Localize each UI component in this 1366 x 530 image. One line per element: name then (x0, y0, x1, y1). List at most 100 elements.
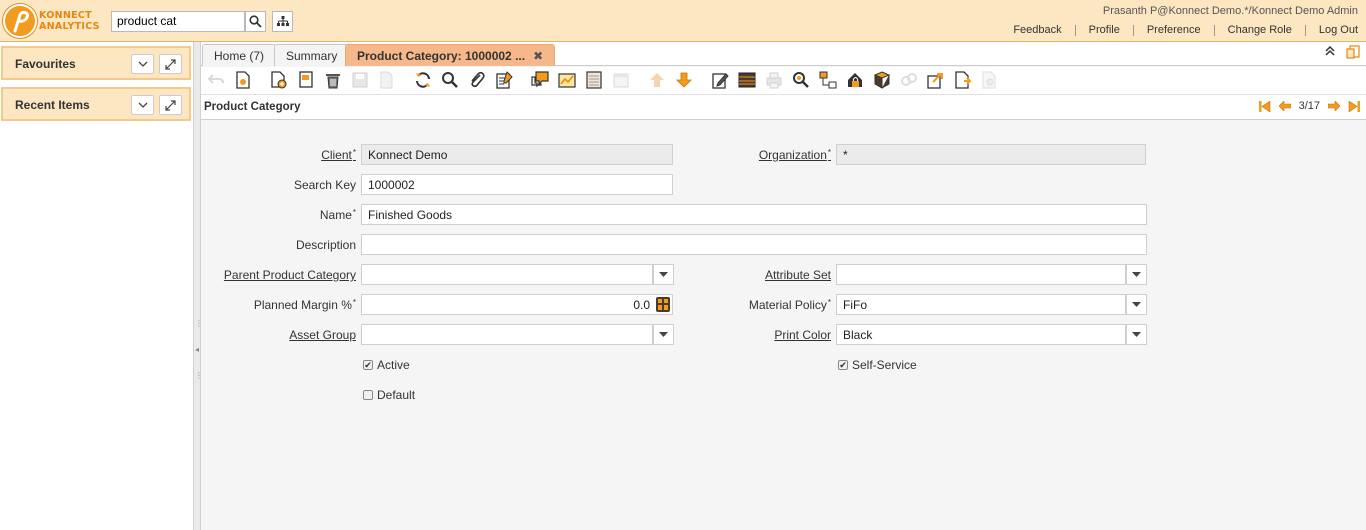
attribute-set-dropdown[interactable] (1126, 264, 1147, 285)
client-field[interactable]: Konnect Demo (361, 144, 673, 165)
feedback-link[interactable]: Feedback (1000, 25, 1076, 36)
edit-button[interactable] (710, 70, 730, 90)
print-color-dropdown[interactable] (1126, 324, 1147, 345)
archive-button[interactable] (584, 70, 604, 90)
logout-link[interactable]: Log Out (1306, 25, 1358, 36)
lock-button[interactable] (845, 70, 865, 90)
global-search-input[interactable]: product cat (111, 11, 245, 32)
organization-label[interactable]: Organization* (759, 148, 831, 162)
last-record-icon[interactable] (1348, 100, 1360, 112)
organization-field[interactable]: * (836, 144, 1146, 165)
grid-toggle-button[interactable] (737, 70, 757, 90)
next-record-down-button[interactable] (674, 70, 694, 90)
help-button[interactable] (233, 70, 253, 90)
checkbox-checked-icon: ✔ (838, 359, 848, 370)
next-record-icon[interactable] (1328, 101, 1340, 111)
window-title-bar: Product Category 3/17 (201, 95, 1366, 120)
attribute-set-field[interactable] (836, 264, 1126, 285)
calculator-icon[interactable] (656, 297, 670, 315)
close-tab-icon[interactable]: ✖ (533, 49, 543, 63)
konnect-logo[interactable]: KONNECT ANALYTICS (3, 4, 109, 38)
save-button[interactable] (350, 70, 370, 90)
new-record-icon (271, 71, 287, 89)
active-checkbox[interactable]: ✔ Active (363, 358, 410, 372)
workflow-button[interactable] (818, 70, 838, 90)
undo-button[interactable] (206, 70, 226, 90)
tab-home-label: Home (7) (214, 49, 265, 63)
tab-summary[interactable]: Summary (274, 44, 350, 66)
asset-group-field[interactable] (361, 324, 653, 345)
tab-home[interactable]: Home (7) (202, 44, 277, 66)
delete-button[interactable] (323, 70, 343, 90)
chevron-down-icon (138, 102, 147, 108)
collapse-up-icon[interactable] (1324, 45, 1336, 57)
recent-expand-button[interactable] (159, 95, 182, 115)
refresh-icon (416, 72, 430, 88)
favourites-collapse-button[interactable] (131, 54, 154, 74)
default-label: Default (377, 388, 416, 402)
report-icon (558, 73, 576, 88)
print-color-label[interactable]: Print Color (774, 328, 831, 342)
chain-icon (901, 73, 917, 86)
report-button[interactable] (557, 70, 577, 90)
parent-category-label[interactable]: Parent Product Category (224, 268, 356, 282)
material-policy-field[interactable]: FiFo (836, 294, 1126, 315)
default-checkbox[interactable]: Default (363, 388, 415, 402)
name-field[interactable]: Finished Goods (361, 204, 1147, 225)
product-info-button[interactable] (872, 70, 892, 90)
change-role-link[interactable]: Change Role (1215, 25, 1306, 36)
workflow-icon (819, 71, 837, 89)
parent-category-dropdown[interactable] (653, 264, 674, 285)
planned-margin-label: Planned Margin %* (254, 298, 356, 312)
import-button[interactable] (953, 70, 973, 90)
planned-margin-field[interactable]: 0.0 (361, 294, 673, 315)
edit-icon (712, 73, 729, 89)
recent-collapse-button[interactable] (131, 95, 154, 115)
main-area: Home (7) Summary Product Category: 10000… (201, 42, 1366, 530)
save-new-button[interactable] (377, 70, 397, 90)
asset-group-label[interactable]: Asset Group (289, 328, 356, 342)
attachment-button[interactable] (467, 70, 487, 90)
find-button[interactable] (440, 70, 460, 90)
preference-link[interactable]: Preference (1134, 25, 1215, 36)
copy-record-button[interactable] (296, 70, 316, 90)
refresh-button[interactable] (413, 70, 433, 90)
chain-button[interactable] (899, 70, 919, 90)
notes-button[interactable] (494, 70, 514, 90)
previous-record-up-button[interactable] (647, 70, 667, 90)
self-service-label: Self-Service (852, 358, 917, 372)
tab-product-category[interactable]: Product Category: 1000002 ... ✖ (345, 44, 556, 66)
help-doc-icon (236, 71, 250, 89)
material-policy-dropdown[interactable] (1126, 294, 1147, 315)
export-button[interactable] (926, 70, 946, 90)
attribute-set-label[interactable]: Attribute Set (765, 268, 831, 282)
print-color-field[interactable]: Black (836, 324, 1126, 345)
print-button[interactable] (764, 70, 784, 90)
tab-product-category-label: Product Category: 1000002 ... (357, 49, 526, 63)
chat-button[interactable] (530, 70, 550, 90)
archive-icon (586, 71, 602, 89)
logo-text: KONNECT ANALYTICS (39, 10, 111, 32)
profile-link[interactable]: Profile (1076, 25, 1134, 36)
splitter-collapse-icon[interactable]: ◂ (195, 346, 199, 354)
detach-window-icon[interactable] (1346, 45, 1360, 59)
search-key-field[interactable]: 1000002 (361, 174, 673, 195)
zoom-across-button[interactable] (791, 70, 811, 90)
self-service-checkbox[interactable]: ✔ Self-Service (838, 358, 917, 372)
post-button[interactable] (980, 70, 1000, 90)
client-label[interactable]: Client* (321, 148, 356, 162)
find-icon (442, 72, 458, 88)
asset-group-dropdown[interactable] (653, 324, 674, 345)
search-button[interactable] (245, 11, 266, 32)
print-icon (766, 72, 782, 89)
menu-tree-button[interactable] (272, 11, 293, 32)
favourites-expand-button[interactable] (159, 54, 182, 74)
description-field[interactable] (361, 234, 1147, 255)
calendar-button[interactable] (611, 70, 631, 90)
new-record-button[interactable] (269, 70, 289, 90)
required-marker: * (827, 298, 831, 307)
parent-category-field[interactable] (361, 264, 653, 285)
previous-record-icon[interactable] (1278, 101, 1291, 111)
first-record-icon[interactable] (1258, 100, 1271, 112)
panel-splitter[interactable]: ⋮ ◂ ⋮ (193, 42, 203, 530)
